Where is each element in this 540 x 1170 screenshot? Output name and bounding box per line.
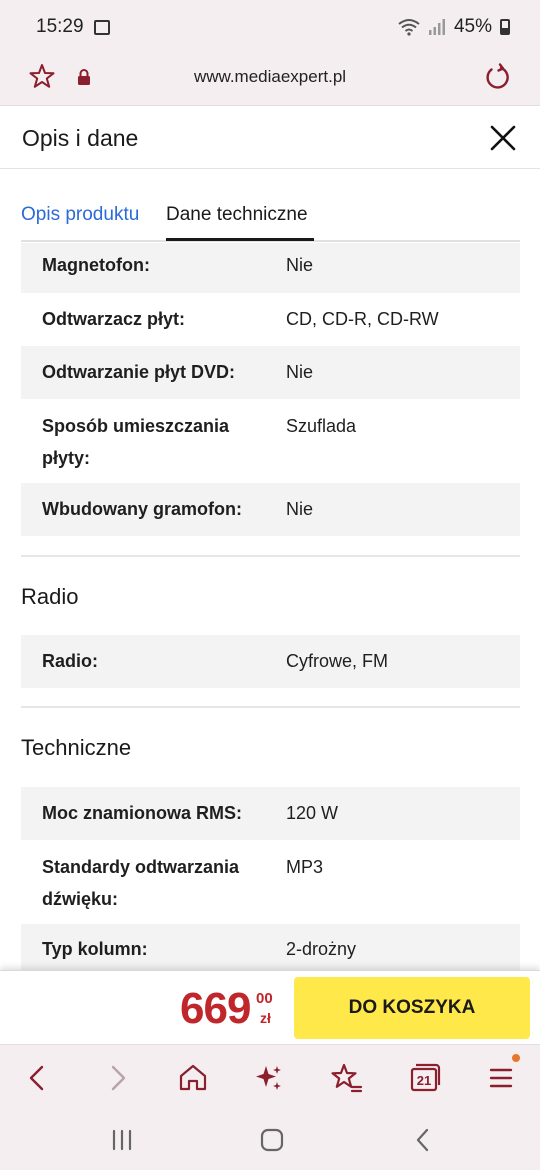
sheet-header: Opis i dane (0, 107, 540, 169)
section-divider (21, 706, 520, 708)
spec-row: Moc znamionowa RMS: 120 W (21, 787, 520, 840)
status-time: 15:29 (36, 16, 84, 37)
browser-url-bar: www.mediaexpert.pl (0, 54, 540, 106)
spec-value: Nie (286, 255, 314, 275)
browser-bottom-nav: 21 (0, 1044, 540, 1110)
battery-icon (500, 19, 510, 35)
spec-value: 120 W (286, 803, 339, 823)
gallery-notification-icon (93, 19, 110, 35)
buy-bar: 669 00 zł DO KOSZYKA (0, 970, 540, 1044)
battery-percent: 45% (453, 16, 492, 37)
spec-value: 2-drożny (286, 939, 357, 959)
spec-label: Odtwarzanie płyt DVD: (42, 362, 236, 382)
spec-value: MP3 (286, 857, 324, 877)
spec-value: CD, CD-R, CD-RW (286, 309, 439, 329)
tab-dane-techniczne[interactable]: Dane techniczne (166, 204, 308, 226)
spec-value: Szuflada (286, 416, 357, 436)
reload-icon[interactable] (482, 62, 512, 92)
close-icon[interactable] (488, 123, 518, 153)
system-nav-bar (0, 1110, 540, 1170)
section-title-techniczne: Techniczne (21, 735, 132, 760)
spec-row: Odtwarzanie płyt DVD: Nie (21, 346, 520, 399)
home-icon[interactable] (175, 1060, 211, 1096)
spec-row: Magnetofon: Nie (21, 243, 520, 293)
section-divider (21, 555, 520, 557)
spec-label: Odtwarzacz płyt: (42, 309, 186, 329)
spec-value: Nie (286, 362, 314, 382)
spec-row: Radio: Cyfrowe, FM (21, 635, 520, 688)
spec-label: Standardy odtwarzania dźwięku: (42, 857, 240, 909)
forward-icon[interactable] (99, 1060, 135, 1096)
spec-label: Typ kolumn: (42, 939, 148, 959)
add-to-cart-button[interactable]: DO KOSZYKA (294, 977, 530, 1039)
price-cents: 00 (256, 990, 273, 1007)
status-bar: 15:29 45% (0, 0, 540, 54)
recent-apps-icon[interactable] (107, 1126, 137, 1154)
price-integer: 669 (180, 984, 251, 1033)
wifi-icon (398, 19, 420, 36)
tab-opis-produktu[interactable]: Opis produktu (21, 204, 139, 226)
price-currency: zł (260, 1010, 271, 1026)
spec-label: Sposób umieszczania płyty: (42, 416, 230, 468)
spec-row: Standardy odtwarzania dźwięku: MP3 (21, 840, 520, 924)
tabs-count: 21 (416, 1073, 432, 1088)
menu-notification-dot-icon (512, 1054, 520, 1062)
spec-label: Moc znamionowa RMS: (42, 803, 243, 823)
spec-value: Nie (286, 499, 314, 519)
menu-icon[interactable] (483, 1060, 519, 1096)
back-icon[interactable] (20, 1060, 56, 1096)
spec-value: Cyfrowe, FM (286, 651, 389, 671)
sheet-title: Opis i dane (22, 125, 139, 151)
spec-tabs: Opis produktu Dane techniczne (21, 190, 520, 242)
spec-label: Magnetofon: (42, 255, 150, 275)
url-text[interactable]: www.mediaexpert.pl (0, 67, 540, 87)
spec-label: Wbudowany gramofon: (42, 499, 242, 519)
system-back-icon[interactable] (408, 1126, 438, 1154)
tabs-button[interactable]: 21 (406, 1060, 442, 1096)
section-title-radio: Radio (21, 584, 79, 609)
sparkle-icon[interactable] (251, 1060, 287, 1096)
spec-row: Odtwarzacz płyt: CD, CD-R, CD-RW (21, 293, 520, 346)
active-tab-indicator (166, 238, 314, 241)
signal-icon (428, 19, 445, 35)
spec-row: Sposób umieszczania płyty: Szuflada (21, 399, 520, 483)
bookmarks-icon[interactable] (328, 1060, 364, 1096)
price: 669 00 zł (180, 984, 273, 1034)
spec-row: Typ kolumn: 2-drożny (21, 924, 520, 970)
home-button-icon[interactable] (257, 1126, 287, 1154)
spec-row: Wbudowany gramofon: Nie (21, 483, 520, 536)
spec-label: Radio: (42, 651, 98, 671)
spec-list[interactable]: Magnetofon: Nie Odtwarzacz płyt: CD, CD-… (0, 243, 540, 970)
